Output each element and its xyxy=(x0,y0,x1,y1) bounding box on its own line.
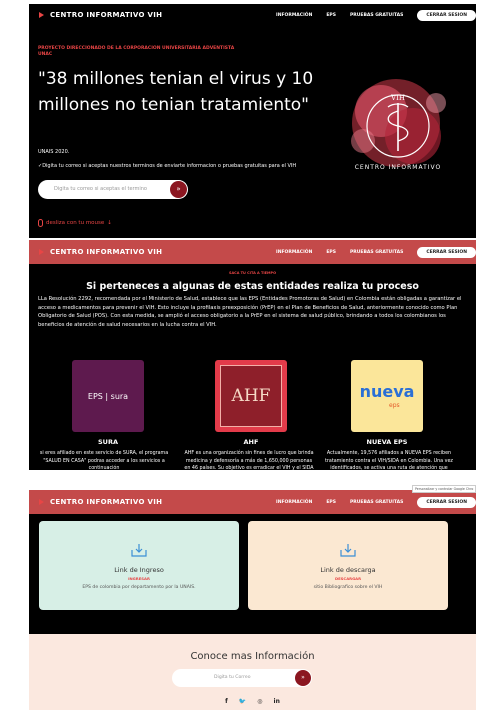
section-title: Si perteneces a algunas de estas entidad… xyxy=(86,281,419,292)
nav-link-pruebas[interactable]: PRUEBAS GRATUITAS xyxy=(350,13,403,18)
nav-link-informacion[interactable]: INFORMACIÓN xyxy=(276,13,312,18)
ingreso-link[interactable]: INGRESAR xyxy=(39,576,239,581)
top-navbar: CENTRO INFORMATIVO VIH INFORMACIÓN EPS P… xyxy=(29,4,476,26)
download-tray-icon xyxy=(131,544,147,557)
section-tag: SACA TU CITA A TIEMPO xyxy=(228,271,277,275)
nav-link-informacion[interactable]: INFORMACIÓN xyxy=(276,500,312,505)
ahf-logo-card[interactable]: AHF xyxy=(215,360,287,432)
downloads-section: Link de Ingreso INGRESAR EPS de colombia… xyxy=(29,514,476,634)
nav-link-informacion[interactable]: INFORMACIÓN xyxy=(276,250,312,255)
sura-name: SURA xyxy=(98,438,118,446)
ahf-name: AHF xyxy=(243,438,259,446)
sticky-navbar-2: CENTRO INFORMATIVO VIH INFORMACIÓN EPS P… xyxy=(29,490,476,514)
logout-button[interactable]: CERRAR SESION xyxy=(417,246,476,258)
download-tray-icon xyxy=(340,544,356,557)
sura-logo-card[interactable]: EPS | sura xyxy=(72,360,144,432)
browser-tooltip: Personalizar y controlar Google Chro xyxy=(412,485,477,493)
brand-triangle-icon xyxy=(39,249,44,255)
hero-email-input[interactable]: Digita tu correo si aceptas el termino xyxy=(54,186,147,192)
brand-triangle-icon xyxy=(39,12,44,18)
logo-ring-text: CENTRO INFORMATIVO xyxy=(355,164,442,171)
descarga-card[interactable]: Link de descarga DESCARGAR sitio Bibliog… xyxy=(248,521,448,610)
hero-note: ✓Digita tu correo si aceptas nuestros te… xyxy=(38,163,297,169)
facebook-icon[interactable]: f xyxy=(225,698,228,705)
mouse-icon xyxy=(38,219,43,227)
brand-triangle-icon xyxy=(39,499,44,505)
logout-button[interactable]: CERRAR SESION xyxy=(417,9,476,21)
scroll-hint: desliza con tu mouse ↓ xyxy=(38,219,112,227)
sura-desc: si eres afiliado en este servicio de SUR… xyxy=(39,451,169,470)
instagram-icon[interactable]: ◎ xyxy=(257,698,262,705)
ingreso-title: Link de Ingreso xyxy=(114,566,164,574)
nav-link-eps[interactable]: EPS xyxy=(326,250,336,255)
nav-link-eps[interactable]: EPS xyxy=(326,500,336,505)
ahf-logo-text: AHF xyxy=(231,386,271,406)
arrow-down-icon: ↓ xyxy=(107,220,112,226)
hero-eyebrow: PROYECTO DIRECCIONADO DE LA CORPORACION … xyxy=(38,46,235,57)
nueva-eps-logo-text: nueva xyxy=(359,382,415,401)
nav-links: INFORMACIÓN EPS PRUEBAS GRATUITAS CERRAR… xyxy=(276,246,476,258)
nav-links: INFORMACIÓN EPS PRUEBAS GRATUITAS CERRAR… xyxy=(276,9,476,21)
nueva-eps-logo-card[interactable]: nueva eps xyxy=(351,360,423,432)
entities-section: SACA TU CITA A TIEMPO Si perteneces a al… xyxy=(29,264,476,470)
brand-title[interactable]: CENTRO INFORMATIVO VIH xyxy=(50,11,162,19)
nav-links: INFORMACIÓN EPS PRUEBAS GRATUITAS CERRAR… xyxy=(276,496,476,508)
nueva-eps-name: NUEVA EPS xyxy=(366,438,408,446)
social-links: f 🐦 ◎ in xyxy=(29,698,476,705)
sura-logo-text: EPS | sura xyxy=(87,392,129,401)
double-chevron-right-icon[interactable]: » xyxy=(295,670,311,686)
nav-link-pruebas[interactable]: PRUEBAS GRATUITAS xyxy=(350,500,403,505)
logout-button[interactable]: CERRAR SESION xyxy=(417,496,476,508)
hero-date: UNAIS 2020. xyxy=(38,149,70,155)
vih-logo: VIH CENTRO INFORMATIVO xyxy=(351,79,446,171)
nav-link-pruebas[interactable]: PRUEBAS GRATUITAS xyxy=(350,250,403,255)
descarga-title: Link de descarga xyxy=(320,566,376,574)
ingreso-card[interactable]: Link de Ingreso INGRESAR EPS de colombia… xyxy=(39,521,239,610)
linkedin-icon[interactable]: in xyxy=(274,698,280,705)
brand-title[interactable]: CENTRO INFORMATIVO VIH xyxy=(50,248,162,256)
nav-link-eps[interactable]: EPS xyxy=(326,13,336,18)
nueva-eps-logo-sub: eps xyxy=(389,402,400,409)
hero-email-form: Digita tu correo si aceptas el termino » xyxy=(38,180,188,199)
hero-headline: "38 millones tenian el virus y 10 millon… xyxy=(38,69,314,115)
ingreso-desc: EPS de colombia por departamento por la … xyxy=(82,585,196,590)
logo-top-text: VIH xyxy=(390,94,405,102)
ahf-desc: AHF es una organización sin fines de luc… xyxy=(184,451,314,470)
twitter-icon[interactable]: 🐦 xyxy=(239,698,246,705)
more-info-section: Conoce mas Información Digita tu Correo … xyxy=(29,634,476,710)
section-paragraph: LLa Resolución 2292, recomendada por el … xyxy=(38,296,462,328)
hero-section: PROYECTO DIRECCIONADO DE LA CORPORACION … xyxy=(29,26,476,238)
footer-email-input[interactable]: Digita tu Correo xyxy=(214,675,251,680)
more-info-title: Conoce mas Información xyxy=(190,651,315,662)
double-chevron-right-icon[interactable]: » xyxy=(170,181,187,198)
scroll-hint-text: desliza con tu mouse xyxy=(46,220,105,226)
sticky-navbar: CENTRO INFORMATIVO VIH INFORMACIÓN EPS P… xyxy=(29,240,476,264)
brand-title[interactable]: CENTRO INFORMATIVO VIH xyxy=(50,498,162,506)
nueva-eps-desc: Actualmente, 19,576 afiliados a NUEVA EP… xyxy=(325,451,453,470)
descarga-desc: sitio Bibliografico sobre el VIH xyxy=(313,585,383,590)
descarga-link[interactable]: DESCARGAR xyxy=(248,576,448,581)
footer-email-form: Digita tu Correo » xyxy=(172,669,312,687)
